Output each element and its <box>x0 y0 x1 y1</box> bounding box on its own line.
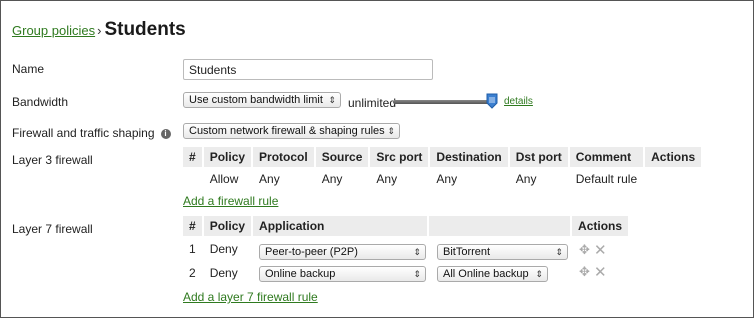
layer7-row2-application-select[interactable]: All Online backup ⇕ <box>437 266 548 282</box>
breadcrumb: Group policies › Students <box>12 19 186 41</box>
add-firewall-rule-link[interactable]: Add a firewall rule <box>183 194 278 208</box>
layer7-row1-category-value: Peer-to-peer (P2P) <box>265 246 358 258</box>
select-arrows-icon: ⇕ <box>387 126 395 136</box>
layer3-row-num <box>183 169 202 189</box>
layer3-col-policy: Policy <box>203 147 252 167</box>
name-label: Name <box>12 62 45 76</box>
layer7-col-num: # <box>183 216 202 236</box>
layer7-col-application: Application <box>253 216 428 236</box>
layer7-row-policy: Deny <box>209 242 238 256</box>
layer3-col-protocol: Protocol <box>253 147 314 167</box>
layer3-col-num: # <box>183 147 202 167</box>
bandwidth-details-link[interactable]: details <box>504 96 533 107</box>
layer7-row2-application-value: All Online backup <box>443 268 529 280</box>
layer3-col-destination: Destination <box>430 147 508 167</box>
page-frame: Group policies›Students Name Bandwidth U… <box>0 0 754 318</box>
move-arrows-icon[interactable]: ✥ <box>579 242 590 258</box>
delete-x-icon[interactable]: ✕ <box>594 263 607 281</box>
bandwidth-label: Bandwidth <box>12 95 69 109</box>
info-icon[interactable]: i <box>160 129 171 139</box>
bandwidth-select[interactable]: Use custom bandwidth limit ⇕ <box>183 92 341 108</box>
layer7-row1-application-select[interactable]: BitTorrent ⇕ <box>437 244 568 260</box>
layer3-label: Layer 3 firewall <box>12 153 93 167</box>
add-layer7-rule-link[interactable]: Add a layer 7 firewall rule <box>183 290 318 304</box>
firewall-shaping-select-value: Custom network firewall & shaping rules <box>189 125 385 137</box>
layer3-col-actions: Actions <box>645 147 702 167</box>
select-arrows-icon: ⇕ <box>555 247 563 257</box>
layer7-row-policy: Deny <box>209 266 238 280</box>
layer3-header-row: # Policy Protocol Source Src port Destin… <box>183 147 702 167</box>
layer3-col-comment: Comment <box>569 147 644 167</box>
layer7-row-num: 2 <box>189 266 196 280</box>
bandwidth-slider-track[interactable] <box>393 100 491 104</box>
bandwidth-select-value: Use custom bandwidth limit <box>189 94 323 106</box>
layer3-row-dst-port: Any <box>515 172 537 186</box>
bandwidth-limit-text: unlimited <box>348 96 397 110</box>
select-arrows-icon: ⇕ <box>413 247 421 257</box>
delete-x-icon[interactable]: ✕ <box>594 241 607 259</box>
layer7-header-row: # Policy Application Actions <box>183 216 629 236</box>
layer3-row-actions <box>645 169 701 189</box>
layer3-row-src-port: Any <box>376 172 398 186</box>
layer3-row-comment: Default rule <box>575 172 638 186</box>
layer3-col-dst-port: Dst port <box>509 147 568 167</box>
layer3-row-source: Any <box>321 172 343 186</box>
layer7-col-actions: Actions <box>572 216 629 236</box>
move-arrows-icon[interactable]: ✥ <box>579 264 590 280</box>
layer7-row2-category-select[interactable]: Online backup ⇕ <box>259 266 426 282</box>
layer7-row1-application-value: BitTorrent <box>443 246 491 258</box>
firewall-shaping-label: Firewall and traffic shaping i <box>12 126 171 140</box>
select-arrows-icon: ⇕ <box>328 95 336 105</box>
firewall-shaping-select[interactable]: Custom network firewall & shaping rules … <box>183 123 400 139</box>
table-row: Allow Any Any Any Any Any Default rule <box>183 169 701 189</box>
layer3-row-protocol: Any <box>259 172 280 186</box>
layer3-col-source: Source <box>315 147 369 167</box>
layer3-col-src-port: Src port <box>370 147 429 167</box>
firewall-shaping-label-text: Firewall and traffic shaping <box>12 126 155 140</box>
name-input[interactable] <box>183 59 433 80</box>
layer3-row-destination: Any <box>436 172 458 186</box>
select-arrows-icon: ⇕ <box>535 269 543 279</box>
layer7-col-detail <box>429 216 571 236</box>
bandwidth-slider-thumb[interactable] <box>486 93 498 109</box>
layer7-row1-category-select[interactable]: Peer-to-peer (P2P) ⇕ <box>259 244 426 260</box>
layer7-row-num: 1 <box>189 242 196 256</box>
breadcrumb-group-policies-link[interactable]: Group policies <box>12 23 95 38</box>
layer3-table: # Policy Protocol Source Src port Destin… <box>181 145 703 191</box>
layer7-row2-category-value: Online backup <box>265 268 336 280</box>
layer3-row-policy: Allow <box>209 172 239 186</box>
select-arrows-icon: ⇕ <box>413 269 421 279</box>
layer7-col-policy: Policy <box>203 216 252 236</box>
breadcrumb-separator: › <box>97 23 102 38</box>
layer7-label: Layer 7 firewall <box>12 222 93 236</box>
page-title: Students <box>104 19 186 40</box>
